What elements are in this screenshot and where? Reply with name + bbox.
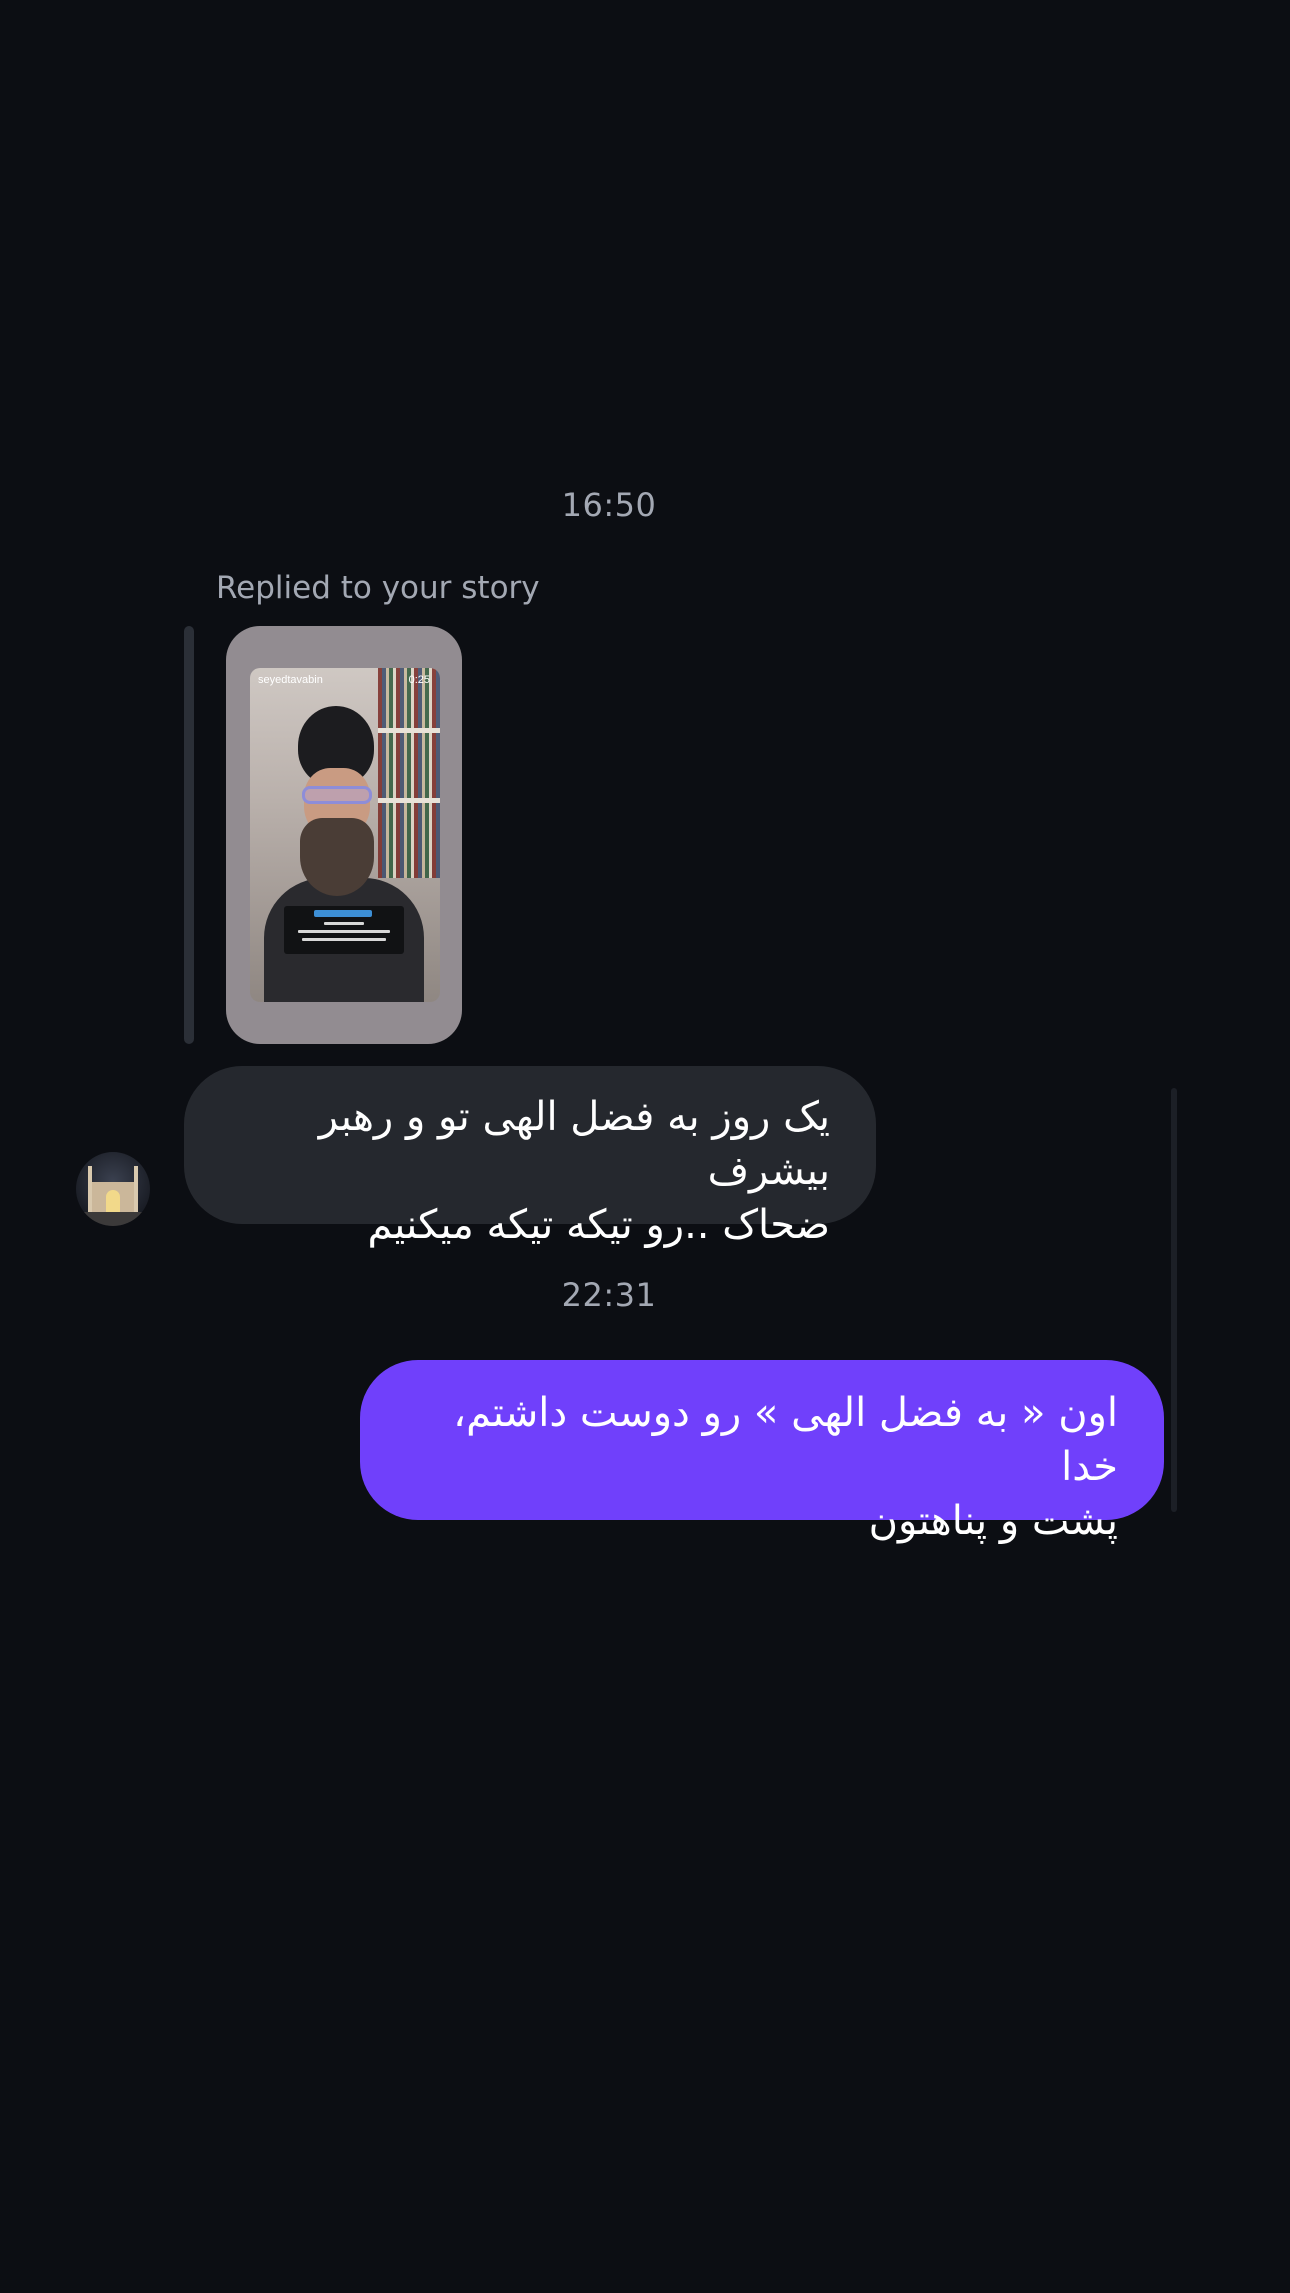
contact-avatar[interactable] xyxy=(76,1152,150,1226)
timestamp: 16:50 xyxy=(561,486,657,524)
reply-indicator-bar xyxy=(184,626,194,1044)
subtitle-line xyxy=(302,938,386,941)
subtitle-highlight xyxy=(314,910,372,917)
bookshelf-background xyxy=(378,668,440,878)
shelf-line xyxy=(378,798,440,803)
outgoing-message-bubble[interactable]: اون « به فضل الهی » رو دوست داشتم، خدا پ… xyxy=(360,1360,1164,1544)
subtitle-line xyxy=(324,922,364,925)
story-preview-card[interactable]: seyedtavabin 0:25 xyxy=(226,626,462,1044)
story-username: seyedtavabin xyxy=(258,674,323,686)
minaret-right xyxy=(134,1166,138,1212)
person-beard xyxy=(300,818,374,896)
subtitle-line xyxy=(298,930,390,933)
incoming-message-bubble[interactable]: یک روز به فضل الهی تو و رهبر بیشرف ضحاک … xyxy=(184,1066,876,1248)
person-glasses xyxy=(302,786,372,804)
story-subtitle-box xyxy=(284,906,404,954)
mosque-arch xyxy=(106,1190,120,1212)
story-thumbnail: seyedtavabin 0:25 xyxy=(250,668,440,1002)
shelf-line xyxy=(378,728,440,733)
thread-scroll-indicator xyxy=(1171,1088,1177,1512)
avatar-ground xyxy=(76,1212,150,1226)
story-reply-caption: Replied to your story xyxy=(216,570,540,606)
story-duration: 0:25 xyxy=(408,674,430,686)
timestamp: 22:31 xyxy=(561,1276,657,1314)
minaret-left xyxy=(88,1166,92,1212)
